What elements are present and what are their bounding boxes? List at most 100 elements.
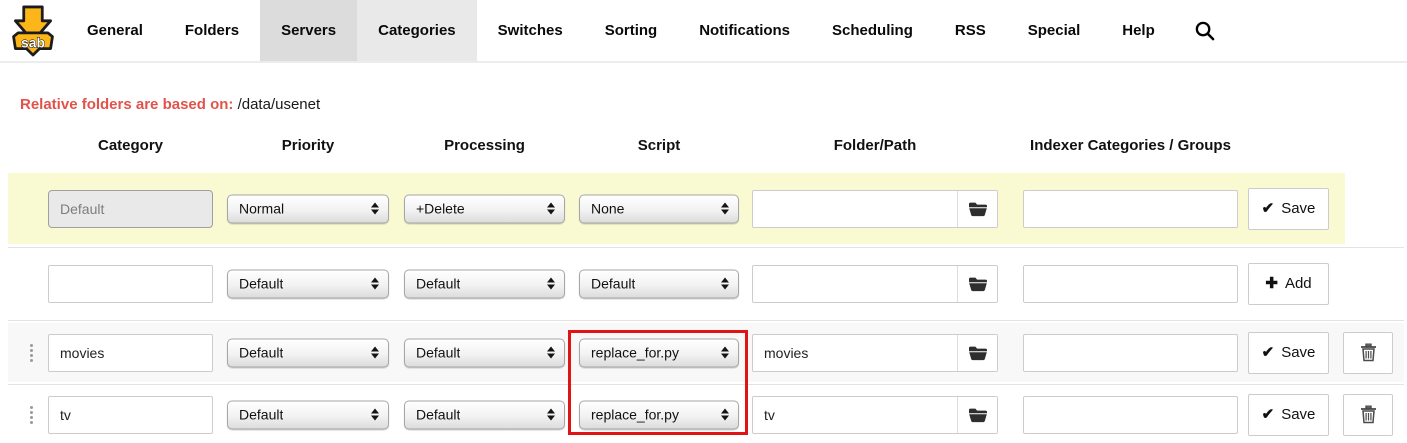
trash-icon	[1360, 405, 1377, 424]
select-stepper-icon	[547, 409, 555, 421]
folder-path-group	[752, 265, 998, 303]
sabnzbd-logo-icon: sab	[8, 4, 58, 58]
browse-folder-button[interactable]	[957, 397, 997, 433]
select-stepper-icon	[371, 409, 379, 421]
select-stepper-icon	[721, 278, 729, 290]
check-icon: ✔	[1262, 345, 1275, 360]
sabnzbd-logo[interactable]: sab	[0, 0, 66, 61]
script-select[interactable]: None	[579, 194, 739, 223]
select-stepper-icon	[547, 203, 555, 215]
header-indexer-groups: Indexer Categories / Groups	[1004, 137, 1257, 154]
tab-help[interactable]: Help	[1101, 0, 1176, 61]
search-button[interactable]	[1176, 0, 1233, 61]
table-row-new: Default Default Default	[0, 248, 1407, 319]
add-button-label: Add	[1285, 275, 1312, 292]
drag-handle[interactable]	[24, 406, 38, 424]
tab-special[interactable]: Special	[1007, 0, 1102, 61]
script-select[interactable]: replace_for.py	[579, 338, 739, 367]
trash-icon	[1360, 343, 1377, 362]
check-icon: ✔	[1262, 201, 1275, 216]
delete-category-button[interactable]	[1343, 394, 1393, 436]
category-input	[48, 190, 213, 228]
priority-select[interactable]: Default	[227, 400, 389, 429]
script-select-value: Default	[591, 276, 635, 292]
search-icon	[1194, 20, 1215, 41]
logo-text: sab	[21, 34, 45, 50]
category-input[interactable]	[48, 265, 213, 303]
script-select-value: replace_for.py	[591, 407, 679, 423]
folder-path-group	[752, 334, 998, 372]
processing-select[interactable]: Default	[404, 400, 565, 429]
tab-switches[interactable]: Switches	[477, 0, 584, 61]
save-button[interactable]: ✔ Save	[1248, 188, 1329, 230]
indexer-groups-input[interactable]	[1023, 396, 1238, 434]
sabnzbd-config-categories-page: sab General Folders Servers Categories S…	[0, 0, 1407, 443]
note-base-path: /data/usenet	[238, 96, 321, 113]
browse-folder-button[interactable]	[957, 191, 997, 227]
select-stepper-icon	[721, 347, 729, 359]
table-row-default: Normal +Delete None	[0, 173, 1407, 244]
tab-scheduling[interactable]: Scheduling	[811, 0, 934, 61]
indexer-groups-input[interactable]	[1023, 190, 1238, 228]
indexer-groups-input[interactable]	[1023, 265, 1238, 303]
script-select[interactable]: Default	[579, 269, 739, 298]
save-button-label: Save	[1281, 406, 1315, 423]
header-script: Script	[579, 137, 739, 154]
browse-folder-button[interactable]	[957, 335, 997, 371]
priority-select-value: Default	[239, 407, 283, 423]
tab-sorting[interactable]: Sorting	[584, 0, 679, 61]
save-button[interactable]: ✔ Save	[1248, 332, 1329, 374]
folder-icon	[968, 276, 988, 292]
priority-select-value: Default	[239, 345, 283, 361]
folder-path-input[interactable]	[753, 266, 957, 302]
save-button-label: Save	[1281, 344, 1315, 361]
save-button[interactable]: ✔ Save	[1248, 394, 1329, 436]
add-button[interactable]: ✚ Add	[1248, 263, 1329, 305]
processing-select[interactable]: +Delete	[404, 194, 565, 223]
processing-select-value: Default	[416, 407, 460, 423]
folder-icon	[968, 407, 988, 423]
select-stepper-icon	[371, 347, 379, 359]
script-select[interactable]: replace_for.py	[579, 400, 739, 429]
folder-path-input[interactable]	[753, 335, 957, 371]
tab-rss[interactable]: RSS	[934, 0, 1007, 61]
script-select-value: None	[591, 201, 624, 217]
priority-select-value: Normal	[239, 201, 284, 217]
browse-folder-button[interactable]	[957, 266, 997, 302]
header-priority: Priority	[227, 137, 389, 154]
select-stepper-icon	[371, 278, 379, 290]
delete-category-button[interactable]	[1343, 332, 1393, 374]
indexer-groups-input[interactable]	[1023, 334, 1238, 372]
category-input[interactable]	[48, 334, 213, 372]
note-label: Relative folders are based on:	[20, 96, 233, 113]
category-input[interactable]	[48, 396, 213, 434]
tab-folders[interactable]: Folders	[164, 0, 260, 61]
priority-select[interactable]: Default	[227, 338, 389, 367]
folder-icon	[968, 201, 988, 217]
folder-path-input[interactable]	[753, 191, 957, 227]
header-category: Category	[48, 137, 213, 154]
header-folder-path: Folder/Path	[752, 137, 998, 154]
folder-icon	[968, 345, 988, 361]
priority-select[interactable]: Default	[227, 269, 389, 298]
check-icon: ✔	[1262, 407, 1275, 422]
folder-path-input[interactable]	[753, 397, 957, 433]
processing-select-value: +Delete	[416, 201, 465, 217]
table-row-tv: Default Default replace_for.py	[0, 385, 1407, 443]
tab-servers[interactable]: Servers	[260, 0, 357, 61]
select-stepper-icon	[721, 409, 729, 421]
tab-general[interactable]: General	[66, 0, 164, 61]
processing-select-value: Default	[416, 345, 460, 361]
drag-handle[interactable]	[24, 344, 38, 362]
processing-select[interactable]: Default	[404, 338, 565, 367]
top-nav: sab General Folders Servers Categories S…	[0, 0, 1407, 63]
select-stepper-icon	[371, 203, 379, 215]
script-select-value: replace_for.py	[591, 345, 679, 361]
tab-categories[interactable]: Categories	[357, 0, 477, 61]
priority-select[interactable]: Normal	[227, 194, 389, 223]
table-row-movies: Default Default replace_for.py	[0, 321, 1407, 384]
tab-notifications[interactable]: Notifications	[678, 0, 811, 61]
select-stepper-icon	[721, 203, 729, 215]
categories-config-content: Relative folders are based on: /data/use…	[0, 63, 1407, 443]
processing-select[interactable]: Default	[404, 269, 565, 298]
